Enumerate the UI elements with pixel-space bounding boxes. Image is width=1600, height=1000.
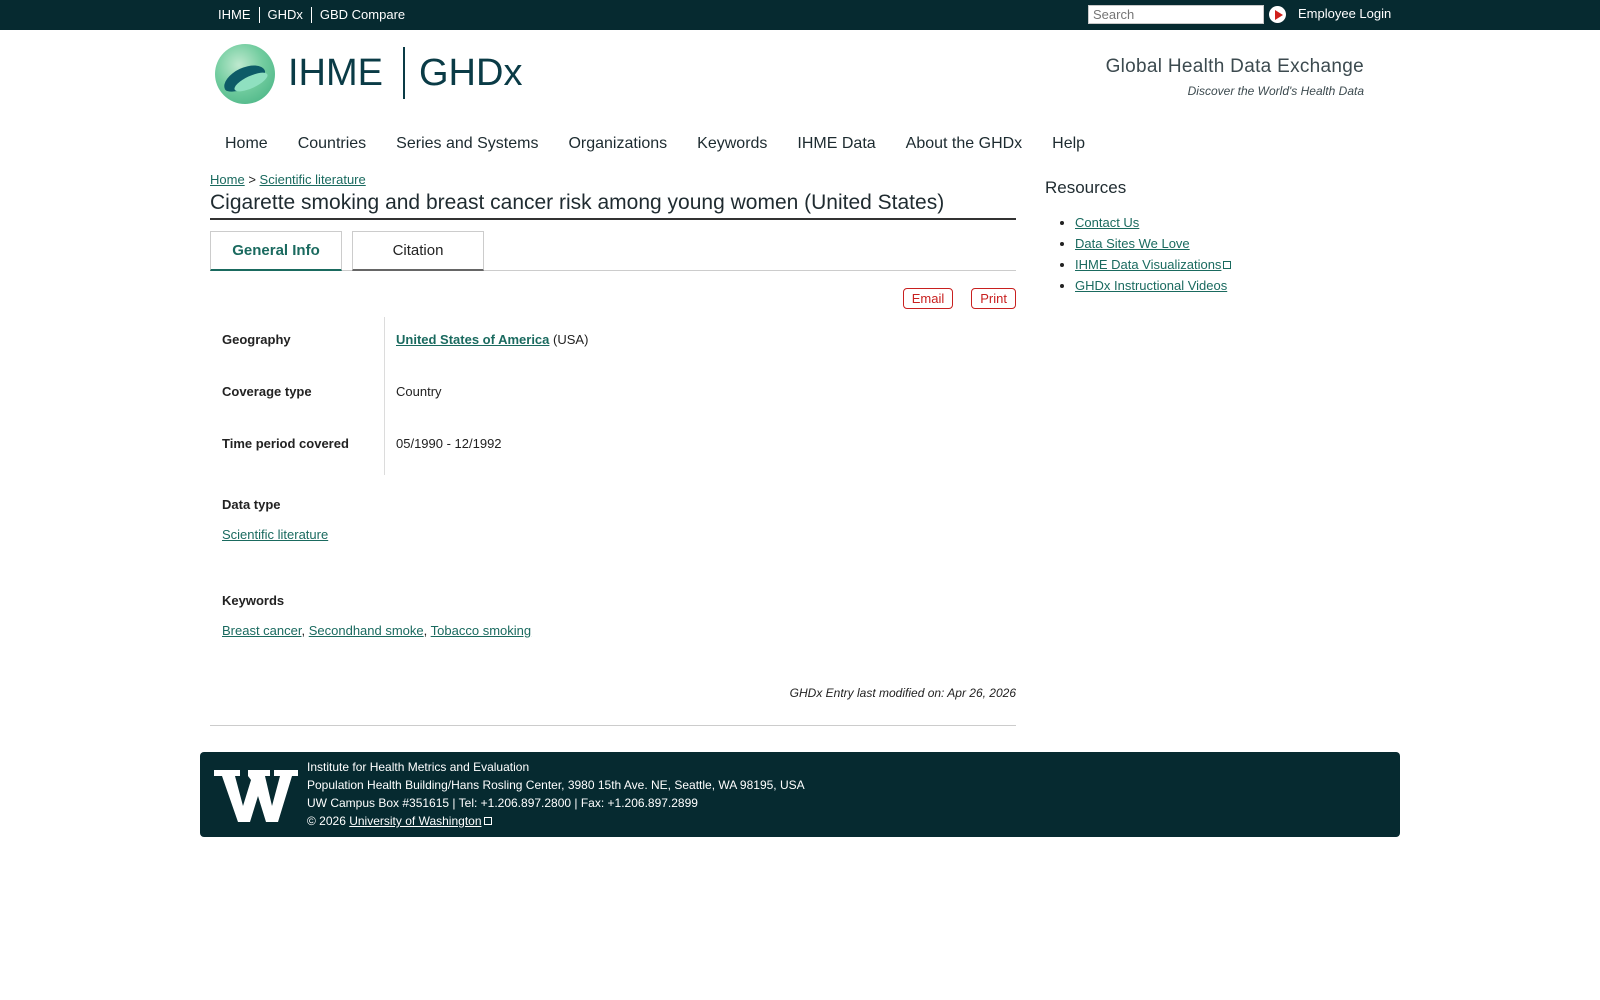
nav-home[interactable]: Home bbox=[210, 132, 283, 156]
external-link-icon bbox=[1223, 261, 1232, 269]
ihme-data-visualizations-link[interactable]: IHME Data Visualizations bbox=[1075, 257, 1221, 272]
action-buttons: Email Print bbox=[902, 288, 1016, 309]
content-divider bbox=[210, 725, 1016, 726]
breadcrumb-separator: > bbox=[248, 172, 256, 187]
resources-list: Contact Us Data Sites We Love IHME Data … bbox=[1045, 212, 1345, 296]
university-of-washington-link[interactable]: University of Washington bbox=[349, 814, 481, 828]
coverage-type-value: Country bbox=[396, 384, 442, 399]
footer-address: Population Health Building/Hans Rosling … bbox=[307, 778, 805, 792]
resources-item: Data Sites We Love bbox=[1075, 233, 1345, 254]
keywords-list: Breast cancer, Secondhand smoke, Tobacco… bbox=[222, 623, 532, 638]
keyword-link[interactable]: Breast cancer bbox=[222, 623, 302, 638]
search-input[interactable] bbox=[1088, 5, 1264, 24]
resources-item: GHDx Instructional Videos bbox=[1075, 275, 1345, 296]
logo-divider bbox=[403, 47, 405, 99]
nav-help[interactable]: Help bbox=[1037, 132, 1100, 156]
main-content: Home > Scientific literature Cigarette s… bbox=[210, 172, 1016, 726]
email-button[interactable]: Email bbox=[902, 288, 954, 309]
site-logo[interactable]: IHME GHDx bbox=[288, 47, 522, 99]
resources-sidebar: Resources Contact Us Data Sites We Love … bbox=[1045, 178, 1345, 296]
geography-code: (USA) bbox=[553, 332, 589, 347]
tagline-title: Global Health Data Exchange bbox=[1105, 56, 1364, 77]
keywords-label: Keywords bbox=[222, 593, 285, 608]
site-header: IHME GHDx Global Health Data Exchange Di… bbox=[0, 30, 1600, 126]
main-nav: Home Countries Series and Systems Organi… bbox=[210, 132, 1100, 156]
nav-ihme-data[interactable]: IHME Data bbox=[782, 132, 890, 156]
top-bar: IHME GHDx GBD Compare Employee Login bbox=[0, 0, 1600, 30]
top-link-gbd-compare[interactable]: GBD Compare bbox=[310, 7, 413, 23]
external-link-icon bbox=[483, 817, 492, 825]
coverage-type-label: Coverage type bbox=[222, 384, 312, 399]
contact-us-link[interactable]: Contact Us bbox=[1075, 215, 1139, 230]
site-tagline: Global Health Data Exchange Discover the… bbox=[1106, 56, 1364, 98]
time-period-value: 05/1990 - 12/1992 bbox=[396, 436, 502, 451]
employee-login-link[interactable]: Employee Login bbox=[1298, 6, 1391, 21]
info-row-geography: Geography United States of America (USA) bbox=[210, 317, 1016, 369]
nav-about-the-ghdx[interactable]: About the GHDx bbox=[891, 132, 1038, 156]
top-link-ihme[interactable]: IHME bbox=[210, 7, 259, 23]
breadcrumb: Home > Scientific literature bbox=[210, 172, 1016, 187]
nav-organizations[interactable]: Organizations bbox=[553, 132, 682, 156]
nav-series-and-systems[interactable]: Series and Systems bbox=[381, 132, 553, 156]
footer-text: Institute for Health Metrics and Evaluat… bbox=[307, 758, 805, 830]
search-submit-button[interactable] bbox=[1269, 6, 1286, 23]
resources-item: Contact Us bbox=[1075, 212, 1345, 233]
logo-ghdx-text: GHDx bbox=[419, 51, 523, 94]
time-period-label: Time period covered bbox=[222, 436, 349, 451]
uw-logo-icon[interactable] bbox=[214, 766, 298, 824]
tab-bar: General Info Citation bbox=[210, 231, 1016, 271]
data-type-link[interactable]: Scientific literature bbox=[222, 527, 328, 542]
info-table: Geography United States of America (USA)… bbox=[210, 317, 1016, 475]
nav-countries[interactable]: Countries bbox=[283, 132, 381, 156]
keyword-link[interactable]: Secondhand smoke bbox=[309, 623, 424, 638]
resources-item: IHME Data Visualizations bbox=[1075, 254, 1345, 275]
page-title: Cigarette smoking and breast cancer risk… bbox=[210, 191, 1016, 220]
play-arrow-icon bbox=[1274, 9, 1283, 20]
data-sites-we-love-link[interactable]: Data Sites We Love bbox=[1075, 236, 1190, 251]
keywords-section: Keywords Breast cancer, Secondhand smoke… bbox=[222, 593, 531, 638]
footer-copyright: © 2026 bbox=[307, 814, 346, 828]
footer-copyright-line: © 2026 University of Washington bbox=[307, 812, 805, 830]
geography-value: United States of America (USA) bbox=[396, 332, 588, 347]
tagline-subtitle: Discover the World's Health Data bbox=[1187, 84, 1364, 98]
data-type-value: Scientific literature bbox=[222, 527, 328, 542]
tab-citation[interactable]: Citation bbox=[352, 231, 484, 271]
print-button[interactable]: Print bbox=[971, 288, 1016, 309]
info-row-coverage-type: Coverage type Country bbox=[210, 369, 1016, 421]
tab-general-info[interactable]: General Info bbox=[210, 231, 342, 271]
geography-label: Geography bbox=[222, 332, 291, 347]
data-type-section: Data type Scientific literature bbox=[222, 497, 328, 542]
nav-keywords[interactable]: Keywords bbox=[682, 132, 782, 156]
site-footer: Institute for Health Metrics and Evaluat… bbox=[200, 752, 1400, 837]
keyword-link[interactable]: Tobacco smoking bbox=[431, 623, 531, 638]
ghdx-instructional-videos-link[interactable]: GHDx Instructional Videos bbox=[1075, 278, 1227, 293]
footer-contact: UW Campus Box #351615 | Tel: +1.206.897.… bbox=[307, 796, 698, 810]
info-row-time-period: Time period covered 05/1990 - 12/1992 bbox=[210, 421, 1016, 473]
top-links: IHME GHDx GBD Compare bbox=[210, 6, 413, 24]
ihme-logo-icon[interactable] bbox=[215, 44, 275, 104]
top-link-ghdx[interactable]: GHDx bbox=[258, 7, 311, 23]
data-type-label: Data type bbox=[222, 497, 281, 512]
logo-ihme-text: IHME bbox=[288, 51, 383, 94]
last-modified-text: GHDx Entry last modified on: Apr 26, 202… bbox=[789, 686, 1016, 700]
breadcrumb-home[interactable]: Home bbox=[210, 172, 245, 187]
geography-link[interactable]: United States of America bbox=[396, 332, 549, 347]
resources-title: Resources bbox=[1045, 178, 1127, 197]
breadcrumb-scientific-literature[interactable]: Scientific literature bbox=[260, 172, 366, 187]
footer-org: Institute for Health Metrics and Evaluat… bbox=[307, 760, 530, 774]
